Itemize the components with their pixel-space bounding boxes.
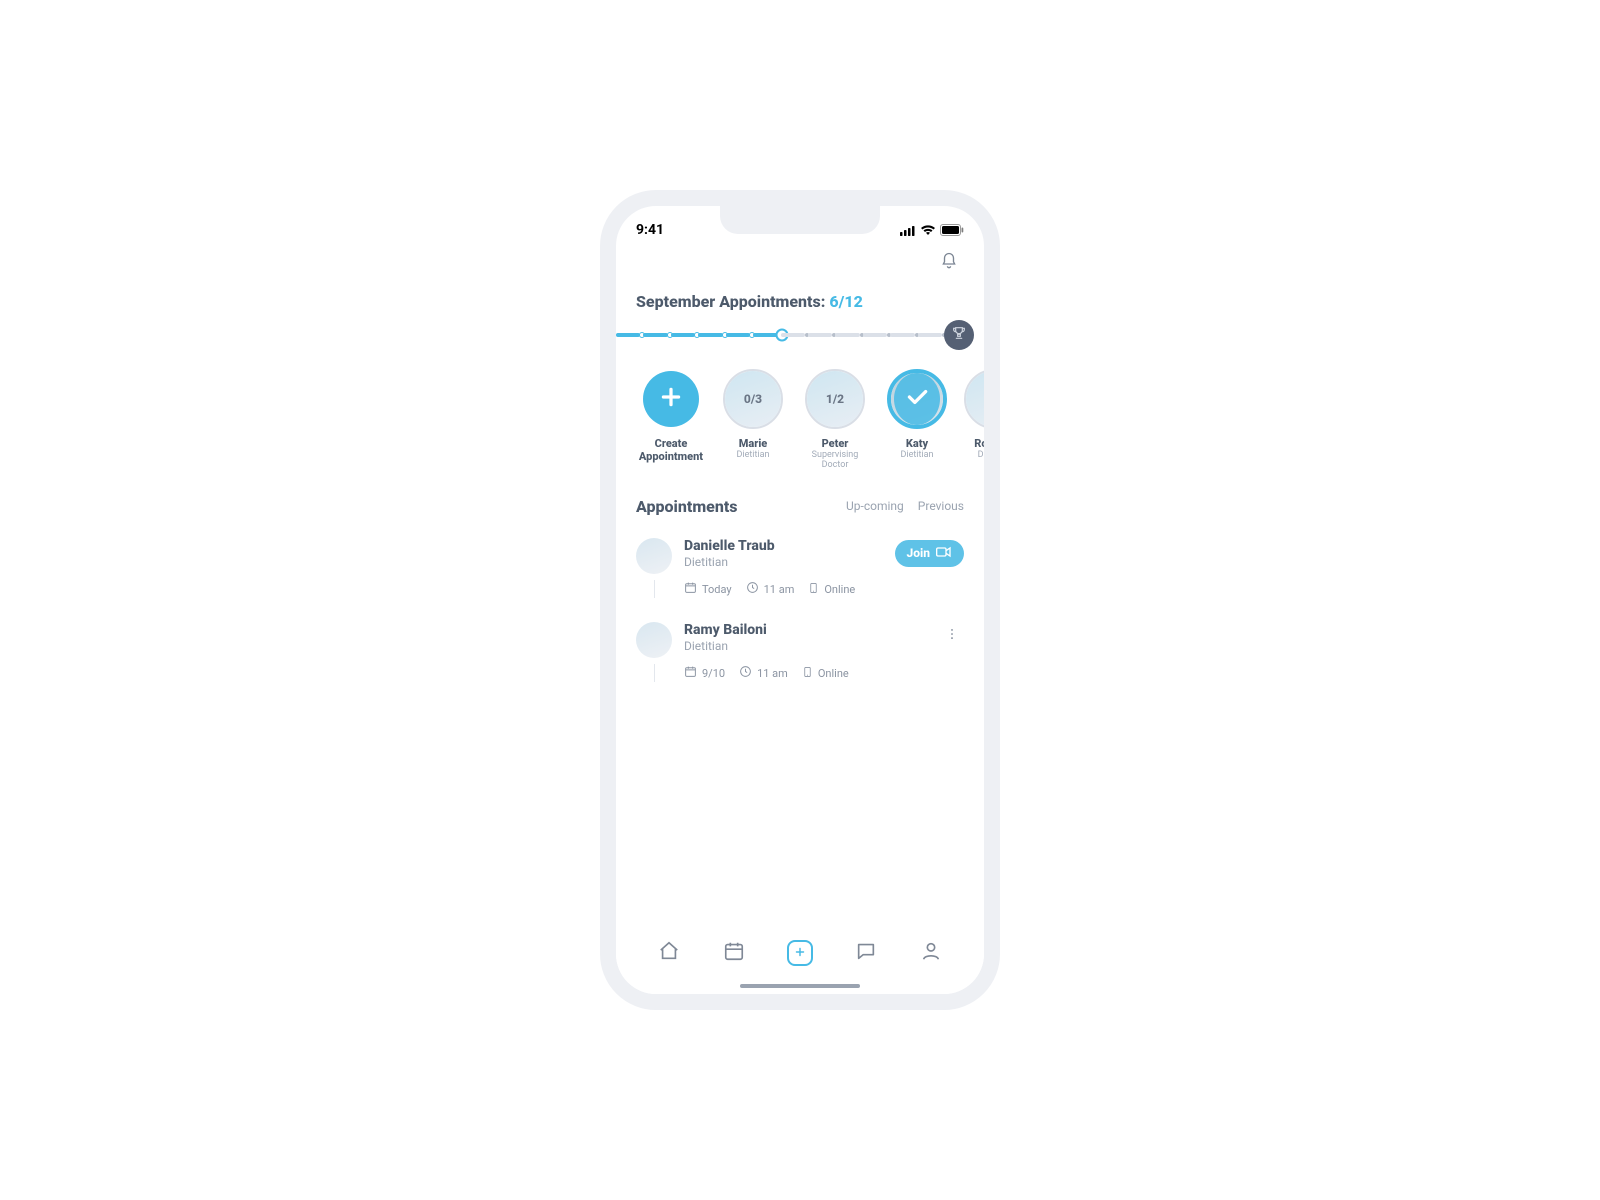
provider-name: Marie <box>718 437 788 450</box>
cellular-signal-icon <box>900 225 916 236</box>
provider-name: Rod <box>964 437 984 450</box>
calendar-icon <box>684 665 697 681</box>
video-icon <box>936 546 952 561</box>
tab-previous[interactable]: Previous <box>918 499 964 513</box>
join-button[interactable]: Join <box>895 540 964 567</box>
plus-icon <box>658 384 684 414</box>
clock-icon <box>746 581 759 597</box>
phone-notch <box>720 206 880 234</box>
provider-rodolfo[interactable]: 0/ Rod Die <box>964 369 984 471</box>
provider-peter[interactable]: 1/2 Peter Supervising Doctor <box>800 369 870 471</box>
provider-name: Katy <box>882 437 952 450</box>
appointment-time: 11 am <box>746 581 795 597</box>
device-icon <box>802 665 813 682</box>
provider-badge: 1/2 <box>826 392 844 406</box>
status-time: 9:41 <box>636 222 664 238</box>
appointment-date: 9/10 <box>684 665 725 681</box>
provider-carousel[interactable]: Create Appointment 0/3 Marie Dietitian 1… <box>616 359 984 483</box>
appointment-name: Danielle Traub <box>684 538 883 554</box>
join-label: Join <box>907 546 930 560</box>
appointments-heading: Appointments <box>636 497 738 516</box>
battery-icon <box>940 224 964 236</box>
calendar-icon <box>723 940 745 966</box>
chat-icon <box>855 940 877 966</box>
appointments-tabs: Up-coming Previous <box>846 499 964 513</box>
tab-add[interactable] <box>782 935 818 971</box>
appointment-date: Today <box>684 581 732 597</box>
device-icon <box>808 581 819 598</box>
goal-trophy <box>944 320 974 350</box>
page-title-prefix: September Appointments: <box>636 292 829 311</box>
tab-messages[interactable] <box>848 935 884 971</box>
completed-overlay <box>894 373 940 425</box>
appointments-progress <box>616 321 984 349</box>
appointments-list: Danielle Traub Dietitian Today 11 am <box>616 522 984 696</box>
create-appointment-label: Create Appointment <box>636 437 706 463</box>
provider-role: Die <box>964 451 984 461</box>
tab-calendar[interactable] <box>716 935 752 971</box>
appointment-time: 11 am <box>739 665 788 681</box>
provider-role: Supervising Doctor <box>800 451 870 471</box>
appointment-mode: Online <box>802 665 849 682</box>
app-screen: 9:41 September App <box>616 206 984 994</box>
status-right <box>900 224 964 236</box>
tab-home[interactable] <box>651 935 687 971</box>
tab-profile[interactable] <box>913 935 949 971</box>
avatar <box>636 538 672 574</box>
provider-role: Dietitian <box>718 451 788 461</box>
appointment-mode: Online <box>808 581 855 598</box>
appointment-name: Ramy Bailoni <box>684 622 928 638</box>
more-vertical-icon <box>945 626 959 645</box>
provider-role: Dietitian <box>882 451 952 461</box>
wifi-icon <box>920 224 936 236</box>
appointment-role: Dietitian <box>684 639 928 653</box>
provider-badge: 0/3 <box>744 392 762 406</box>
check-icon <box>904 384 930 414</box>
calendar-icon <box>684 581 697 597</box>
tab-upcoming[interactable]: Up-coming <box>846 499 904 513</box>
home-indicator <box>740 984 860 988</box>
provider-name: Peter <box>800 437 870 450</box>
clock-icon <box>739 665 752 681</box>
more-options-button[interactable] <box>940 624 964 648</box>
page-title: September Appointments: 6/12 <box>616 276 984 321</box>
home-icon <box>658 940 680 966</box>
appointment-role: Dietitian <box>684 555 883 569</box>
user-icon <box>920 940 942 966</box>
trophy-icon <box>951 325 967 345</box>
notifications-button[interactable] <box>936 250 962 276</box>
bell-icon <box>940 252 958 274</box>
provider-katy[interactable]: Katy Dietitian <box>882 369 952 471</box>
avatar <box>636 622 672 658</box>
appointment-row[interactable]: Ramy Bailoni Dietitian 9/10 11 am <box>636 612 964 696</box>
provider-marie[interactable]: 0/3 Marie Dietitian <box>718 369 788 471</box>
plus-icon <box>793 944 807 963</box>
page-title-count: 6/12 <box>829 292 862 311</box>
phone-frame: 9:41 September App <box>600 190 1000 1010</box>
create-appointment-button[interactable]: Create Appointment <box>636 369 706 471</box>
appointment-row[interactable]: Danielle Traub Dietitian Today 11 am <box>636 528 964 612</box>
